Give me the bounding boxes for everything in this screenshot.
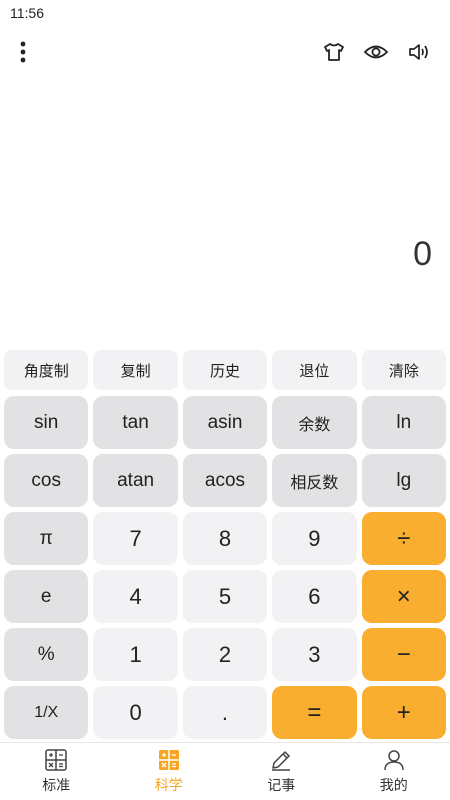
status-time: 11:56 xyxy=(10,5,44,21)
key-divide[interactable]: ÷ xyxy=(361,512,446,565)
key-7[interactable]: 7 xyxy=(93,512,178,565)
key-reciprocal[interactable]: 1/X xyxy=(4,686,89,739)
key-decimal[interactable]: . xyxy=(182,686,268,739)
key-9[interactable]: 9 xyxy=(272,512,357,565)
more-vertical-icon[interactable] xyxy=(10,36,36,68)
key-4[interactable]: 4 xyxy=(93,570,178,623)
pencil-icon xyxy=(272,751,291,771)
standard-calculator-icon xyxy=(45,749,67,771)
tab-label: 记事 xyxy=(267,777,296,793)
display-value: 0 xyxy=(413,235,432,273)
key-lg[interactable]: lg xyxy=(361,454,446,507)
tab-mine[interactable]: 我的 xyxy=(338,743,450,800)
tab-label: 我的 xyxy=(379,777,408,793)
history-button[interactable]: 历史 xyxy=(182,350,268,390)
calculator-display: 0 xyxy=(0,80,450,340)
eye-icon[interactable] xyxy=(362,38,390,66)
backspace-button[interactable]: 退位 xyxy=(272,350,357,390)
key-remainder[interactable]: 余数 xyxy=(272,396,357,449)
key-1[interactable]: 1 xyxy=(93,628,178,681)
keypad: sin tan asin 余数 ln cos atan acos 相反数 lg … xyxy=(4,396,446,739)
function-row: 角度制 复制 历史 退位 清除 xyxy=(4,350,447,390)
key-percent[interactable]: % xyxy=(4,628,89,681)
tab-scientific[interactable]: 科学 xyxy=(113,743,226,800)
tab-standard[interactable]: 标准 xyxy=(0,743,113,800)
key-ln[interactable]: ln xyxy=(361,396,446,449)
speaker-icon[interactable] xyxy=(406,38,434,66)
key-multiply[interactable]: × xyxy=(361,570,446,623)
key-sin[interactable]: sin xyxy=(4,396,89,449)
status-bar: 11:56 xyxy=(0,0,450,28)
key-5[interactable]: 5 xyxy=(182,570,268,623)
key-add[interactable]: + xyxy=(361,686,446,739)
key-8[interactable]: 8 xyxy=(182,512,268,565)
clear-button[interactable]: 清除 xyxy=(361,350,447,390)
user-icon xyxy=(384,750,404,771)
key-3[interactable]: 3 xyxy=(272,628,357,681)
key-2[interactable]: 2 xyxy=(182,628,268,681)
key-equals[interactable]: = xyxy=(272,686,357,739)
copy-button[interactable]: 复制 xyxy=(93,350,178,390)
tab-notes[interactable]: 记事 xyxy=(225,743,338,800)
key-e[interactable]: e xyxy=(4,570,89,623)
key-acos[interactable]: acos xyxy=(182,454,268,507)
key-subtract[interactable]: − xyxy=(361,628,446,681)
tab-label: 科学 xyxy=(154,777,183,793)
toolbar xyxy=(0,30,450,74)
key-tan[interactable]: tan xyxy=(93,396,178,449)
key-0[interactable]: 0 xyxy=(93,686,178,739)
tab-label: 标准 xyxy=(42,777,71,793)
key-atan[interactable]: atan xyxy=(93,454,178,507)
key-6[interactable]: 6 xyxy=(272,570,357,623)
angle-mode-button[interactable]: 角度制 xyxy=(4,350,89,390)
key-negate[interactable]: 相反数 xyxy=(272,454,357,507)
tshirt-icon[interactable] xyxy=(320,38,348,66)
key-asin[interactable]: asin xyxy=(182,396,268,449)
key-cos[interactable]: cos xyxy=(4,454,89,507)
bottom-tab-bar: 标准 科学 记事 我的 xyxy=(0,742,450,800)
key-pi[interactable]: π xyxy=(4,512,89,565)
scientific-calculator-icon xyxy=(158,750,179,770)
